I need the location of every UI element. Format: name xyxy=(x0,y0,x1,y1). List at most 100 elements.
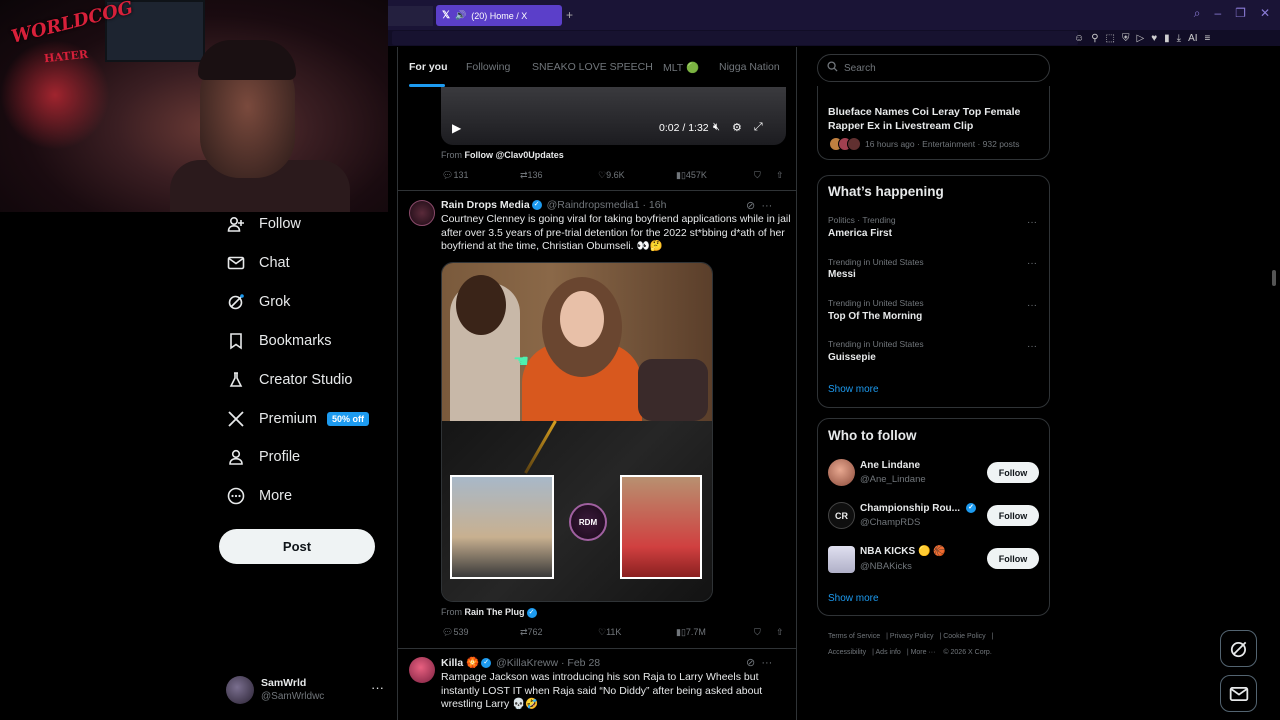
repost-button[interactable]: ⇄ 762 xyxy=(520,627,543,638)
search-box[interactable]: Search xyxy=(817,54,1050,82)
close-icon[interactable]: ✕ xyxy=(1260,6,1270,21)
like-count: 9.6K xyxy=(606,170,625,180)
show-more-link[interactable]: Show more xyxy=(828,384,879,395)
share-icon[interactable]: ⇧ xyxy=(776,170,784,181)
profile-avatar-icon[interactable]: ▮ xyxy=(1164,33,1170,44)
nav-item-follow[interactable]: Follow xyxy=(227,215,301,233)
trend-name[interactable]: Guissepie xyxy=(828,352,876,363)
account-switcher[interactable]: SamWrld @SamWrldwc ··· xyxy=(226,674,386,708)
bookmark-icon[interactable]: ⛉ xyxy=(754,627,761,638)
speaker-icon[interactable]: 🔊 xyxy=(455,10,466,21)
trend-name[interactable]: Top Of The Morning xyxy=(828,311,922,322)
heart-icon[interactable]: ♥ xyxy=(1151,33,1157,44)
nav-item-grok[interactable]: Grok xyxy=(227,293,290,311)
download-icon[interactable]: ⤓ xyxy=(1177,33,1181,44)
more-horizontal-icon[interactable]: ··· xyxy=(761,200,772,212)
repost-button[interactable]: ⇄ 136 xyxy=(520,170,543,181)
search-icon xyxy=(827,61,838,75)
play-icon[interactable]: ▶ xyxy=(452,121,461,135)
trend-name[interactable]: Messi xyxy=(828,269,856,280)
grok-icon[interactable]: ⊘ xyxy=(746,657,755,669)
more-horizontal-icon[interactable]: ··· xyxy=(1027,258,1037,269)
account-name[interactable]: Ane Lindane xyxy=(860,460,920,471)
menu-icon[interactable]: ≡ xyxy=(1205,33,1211,44)
footer-link[interactable]: Ads info xyxy=(876,649,901,656)
tab-mlt[interactable]: MLT 🟢 xyxy=(663,61,699,74)
post-button[interactable]: Post xyxy=(219,529,375,564)
nav-item-premium[interactable]: Premium 50% off xyxy=(227,410,370,428)
views-button[interactable]: ▮▯ 457K xyxy=(676,170,707,181)
bookmark-icon[interactable]: ⛉ xyxy=(754,170,761,181)
browser-tab-active[interactable]: 𝕏 🔊 (20) Home / X xyxy=(436,5,562,26)
mute-icon[interactable]: 🔇︎ xyxy=(713,121,720,134)
messages-fab-button[interactable] xyxy=(1220,675,1257,712)
author-name[interactable]: Rain Drops Media xyxy=(441,199,530,211)
grok-icon[interactable]: ⊘ xyxy=(746,200,755,212)
author-handle[interactable]: @KillaKreww · Feb 28 xyxy=(496,657,600,669)
trend-meta: Trending in United States xyxy=(828,339,924,349)
footer-link[interactable]: Privacy Policy xyxy=(890,633,934,640)
avatar[interactable] xyxy=(828,459,855,486)
reply-button[interactable]: 💬︎ 539 xyxy=(442,627,468,638)
news-title[interactable]: Blueface Names Coi Leray Top Female Rapp… xyxy=(828,106,1038,133)
more-horizontal-icon[interactable]: ··· xyxy=(761,657,772,669)
screenshot-icon[interactable]: ⬚ xyxy=(1106,33,1115,44)
pin-icon[interactable]: ⚲ xyxy=(1091,33,1098,44)
more-horizontal-icon[interactable]: ··· xyxy=(1027,217,1037,228)
address-field[interactable] xyxy=(392,31,1078,45)
avatar[interactable] xyxy=(828,546,855,573)
more-horizontal-icon[interactable]: ··· xyxy=(371,680,384,695)
tab-following[interactable]: Following xyxy=(466,61,510,73)
restore-icon[interactable]: ❐ xyxy=(1235,6,1246,21)
new-tab-button[interactable]: + xyxy=(566,8,573,22)
like-button[interactable]: ♡ 11K xyxy=(598,627,621,638)
browser-tab-inactive[interactable] xyxy=(388,6,433,26)
minimize-icon[interactable]: – xyxy=(1214,6,1221,21)
video-player[interactable]: ▶ 0:02 / 1:32 🔇︎ ⚙ ⤢ xyxy=(441,87,786,145)
play-icon[interactable]: ▷ xyxy=(1137,33,1145,44)
views-button[interactable]: ▮▯ 7.7M xyxy=(676,627,706,638)
footer-link[interactable]: More ··· xyxy=(911,649,936,656)
tab-nigga-nation[interactable]: Nigga Nation xyxy=(719,61,780,73)
reply-button[interactable]: 💬︎ 131 xyxy=(442,170,468,181)
follow-button[interactable]: Follow xyxy=(987,548,1039,569)
show-more-link[interactable]: Show more xyxy=(828,593,879,604)
avatar[interactable] xyxy=(409,657,435,683)
account-name[interactable]: Championship Rou... ✓ xyxy=(860,503,978,514)
settings-icon[interactable]: ⚙ xyxy=(732,121,742,134)
follow-button[interactable]: Follow xyxy=(987,462,1039,483)
fullscreen-icon[interactable]: ⤢ xyxy=(754,121,763,134)
follow-button[interactable]: Follow xyxy=(987,505,1039,526)
author-handle[interactable]: @Raindropsmedia1 · 16h xyxy=(547,199,667,211)
share-icon[interactable]: ⇧ xyxy=(776,627,784,638)
search-icon[interactable]: ⌕ xyxy=(1194,6,1201,21)
tab-sneako-love-speech[interactable]: SNEAKO LOVE SPEECH xyxy=(532,61,653,73)
nav-item-creator-studio[interactable]: Creator Studio xyxy=(227,371,353,389)
shield-icon[interactable]: ⛨ xyxy=(1122,33,1130,44)
more-horizontal-icon[interactable]: ··· xyxy=(1027,300,1037,311)
trend-name[interactable]: America First xyxy=(828,228,892,239)
nav-item-bookmarks[interactable]: Bookmarks xyxy=(227,332,332,350)
ai-button[interactable]: AI xyxy=(1188,33,1197,44)
cr-logo-icon[interactable]: CR xyxy=(828,502,855,529)
nav-item-more[interactable]: More xyxy=(227,487,292,505)
grok-fab-button[interactable] xyxy=(1220,630,1257,667)
avatar xyxy=(847,137,861,151)
page-scrollbar[interactable] xyxy=(1272,270,1276,286)
nav-item-chat[interactable]: Chat xyxy=(227,254,290,272)
footer-link[interactable]: Cookie Policy xyxy=(943,633,985,640)
video-source-link[interactable]: Follow @Clav0Updates xyxy=(465,150,564,160)
verified-badge-icon: ✓ xyxy=(531,200,542,211)
media-source-link[interactable]: Rain The Plug xyxy=(465,607,525,617)
footer-link[interactable]: Terms of Service xyxy=(828,633,880,640)
more-horizontal-icon[interactable]: ··· xyxy=(1027,341,1037,352)
smiley-icon[interactable]: ☺ xyxy=(1074,33,1084,44)
nav-item-profile[interactable]: Profile xyxy=(227,448,300,466)
tab-for-you[interactable]: For you xyxy=(409,61,448,73)
account-name[interactable]: NBA KICKS 🟡 🏀 xyxy=(860,546,946,557)
like-button[interactable]: ♡ 9.6K xyxy=(598,170,625,181)
author-name[interactable]: Killa 🏵️ xyxy=(441,657,479,669)
post-media[interactable]: RDM xyxy=(441,262,713,602)
footer-link[interactable]: Accessibility xyxy=(828,649,866,656)
avatar[interactable] xyxy=(409,200,435,226)
